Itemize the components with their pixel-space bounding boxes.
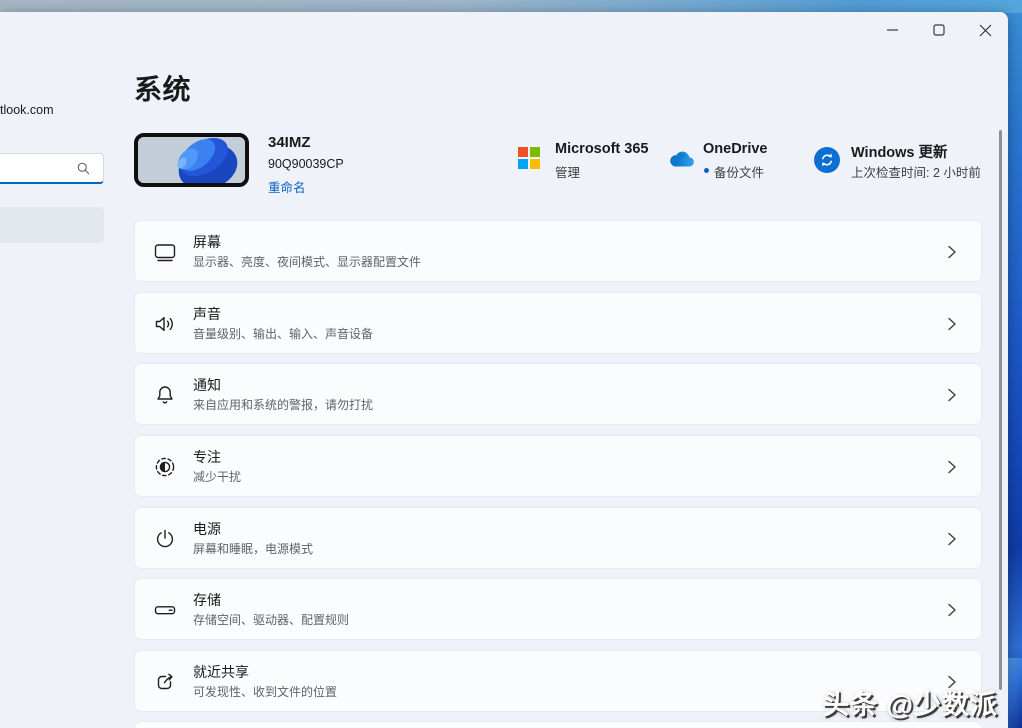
maximize-icon — [933, 24, 945, 36]
settings-card-notifications[interactable]: 通知 来自应用和系统的警报，请勿打扰 — [134, 363, 982, 425]
chevron-right-icon — [945, 531, 959, 547]
settings-card-storage[interactable]: 存储 存储空间、驱动器、配置规则 — [134, 578, 982, 640]
close-button[interactable] — [962, 14, 1008, 46]
card-subtitle: 屏幕和睡眠，电源模式 — [193, 540, 313, 557]
card-subtitle: 显示器、亮度、夜间模式、显示器配置文件 — [193, 253, 421, 270]
chevron-right-icon — [945, 244, 959, 260]
vertical-scrollbar[interactable] — [999, 130, 1002, 690]
chevron-right-icon — [945, 387, 959, 403]
settings-card-focus[interactable]: 专注 减少干扰 — [134, 435, 982, 497]
share-icon — [153, 670, 177, 694]
sidebar-item-selected[interactable] — [0, 207, 104, 243]
card-title: 声音 — [193, 304, 221, 324]
search-box[interactable] — [0, 153, 104, 184]
search-input[interactable] — [1, 154, 73, 181]
m365-title: Microsoft 365 — [555, 141, 648, 157]
onedrive-icon — [668, 149, 698, 170]
power-icon — [153, 527, 177, 551]
storage-icon — [153, 598, 177, 622]
windows-update-icon — [814, 147, 840, 173]
display-icon — [153, 240, 177, 264]
card-title: 屏幕 — [193, 232, 221, 252]
windows-update-status: 上次检查时间: 2 小时前 — [851, 162, 981, 181]
card-title: 通知 — [193, 375, 221, 395]
focus-icon — [153, 455, 177, 479]
watermark: 头条 @少数派 — [822, 683, 998, 722]
card-subtitle: 减少干扰 — [193, 468, 241, 485]
device-thumbnail — [134, 133, 249, 187]
settings-card-sound[interactable]: 声音 音量级别、输出、输入、声音设备 — [134, 292, 982, 354]
microsoft-365-icon — [518, 147, 540, 169]
card-subtitle: 可发现性、收到文件的位置 — [193, 683, 337, 700]
bell-icon — [153, 383, 177, 407]
card-title: 专注 — [193, 447, 221, 467]
chevron-right-icon — [945, 459, 959, 475]
desktop-wallpaper-corner — [1008, 658, 1022, 728]
rename-link[interactable]: 重命名 — [268, 177, 306, 196]
account-email-fragment: tlook.com — [0, 103, 54, 117]
page-title: 系统 — [134, 68, 191, 108]
card-title: 存储 — [193, 590, 221, 610]
minimize-button[interactable] — [870, 14, 916, 46]
settings-card-partial[interactable] — [134, 721, 982, 728]
card-title: 就近共享 — [193, 662, 249, 682]
onedrive-title: OneDrive — [703, 141, 767, 157]
search-icon — [76, 161, 91, 176]
speaker-icon — [153, 312, 177, 336]
bloom-wallpaper-image — [138, 137, 245, 183]
maximize-button[interactable] — [916, 14, 962, 46]
chevron-right-icon — [945, 602, 959, 618]
onedrive-status-dot — [704, 168, 709, 173]
settings-card-power[interactable]: 电源 屏幕和睡眠，电源模式 — [134, 507, 982, 569]
card-title: 电源 — [193, 519, 221, 539]
minimize-icon — [887, 24, 899, 36]
card-subtitle: 音量级别、输出、输入、声音设备 — [193, 325, 373, 342]
chevron-right-icon — [945, 316, 959, 332]
device-name: 34IMZ — [268, 134, 311, 151]
card-subtitle: 来自应用和系统的警报，请勿打扰 — [193, 396, 373, 413]
windows-update-title: Windows 更新 — [851, 141, 948, 162]
onedrive-backup-link[interactable]: 备份文件 — [714, 162, 764, 181]
close-icon — [979, 24, 992, 37]
settings-card-display[interactable]: 屏幕 显示器、亮度、夜间模式、显示器配置文件 — [134, 220, 982, 282]
device-model: 90Q90039CP — [268, 157, 344, 171]
card-subtitle: 存储空间、驱动器、配置规则 — [193, 611, 349, 628]
m365-manage-link[interactable]: 管理 — [555, 162, 580, 181]
